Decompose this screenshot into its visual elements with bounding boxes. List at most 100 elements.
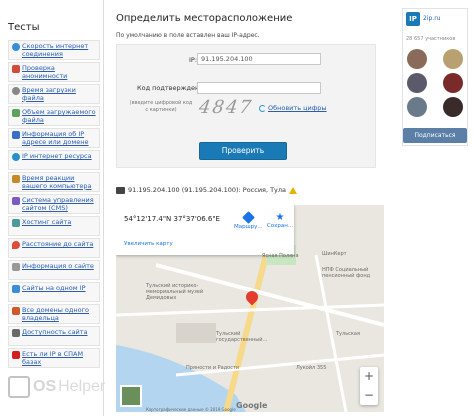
- sidebar-title: Тесты: [8, 22, 40, 33]
- refresh-icon: [259, 104, 266, 112]
- google-logo: Google: [236, 401, 268, 410]
- zoom-control: + −: [360, 367, 378, 405]
- refresh-captcha-link[interactable]: Обновить цифры: [259, 104, 327, 112]
- map-label: Пряности и Радости: [186, 365, 240, 371]
- directions-icon: [241, 211, 255, 224]
- sidebar-item-label: Расстояние до сайта: [22, 240, 94, 248]
- sidebar-menu: Скорость интернет соединения Проверка ан…: [8, 40, 100, 370]
- sidebar-item-ip-info[interactable]: Информация об IP адресе или домене: [8, 128, 100, 148]
- widget-name[interactable]: 2ip.ru: [423, 15, 440, 22]
- avatar[interactable]: [407, 73, 427, 93]
- sidebar-item-owner-domains[interactable]: Все домены одного владельца: [8, 304, 100, 324]
- member-avatars: [407, 49, 467, 117]
- sidebar-item-same-ip[interactable]: Сайты на одном IP: [8, 282, 100, 302]
- directions-label: Маршру...: [234, 224, 263, 230]
- main-content: Определить месторасположение По умолчани…: [114, 0, 384, 416]
- info-icon: [12, 131, 20, 139]
- sidebar-item-site-info[interactable]: Информация о сайте: [8, 260, 100, 280]
- result-line: 91.195.204.100 (91.195.204.100): Россия,…: [116, 186, 298, 194]
- star-icon: ★: [275, 212, 285, 223]
- sidebar-item-label: Время реакции вашего компьютера: [22, 174, 92, 190]
- avatar[interactable]: [443, 97, 463, 117]
- globe-icon: [12, 43, 20, 51]
- save-place-button[interactable]: ★ Сохран...: [266, 212, 294, 230]
- map-label: НПФ Социальный пенсионный фонд: [322, 267, 371, 279]
- cms-icon: [12, 197, 20, 205]
- watermark-logo-icon: [8, 376, 30, 398]
- sidebar: Тесты Скорость интернет соединения Прове…: [0, 0, 104, 416]
- vk-widget: IP 2ip.ru 28 657 участников Подписаться: [402, 8, 468, 146]
- directions-button[interactable]: Маршру...: [234, 211, 263, 230]
- map-label: ШинКерт: [322, 251, 347, 257]
- watermark-brand: OS: [33, 378, 57, 395]
- sidebar-item-label: Объем загружаемого файла: [22, 108, 96, 124]
- sidebar-item-label: Все домены одного владельца: [22, 306, 90, 322]
- globe-icon: [12, 153, 20, 161]
- zoom-in-button[interactable]: +: [360, 367, 378, 386]
- chart-icon: [12, 65, 20, 73]
- sidebar-item-cms[interactable]: Система управления сайтом (CMS): [8, 194, 100, 214]
- save-label: Сохран...: [266, 223, 294, 229]
- code-hint: (введите цифровой код с картинки): [129, 100, 193, 113]
- avatar[interactable]: [443, 49, 463, 69]
- map-label: Тульская: [336, 331, 360, 337]
- zoom-out-button[interactable]: −: [360, 386, 378, 405]
- map[interactable]: 54°12'17.4"N 37°37'06.6"E Маршру... ★ Со…: [116, 205, 384, 412]
- sidebar-item-label: IP интернет ресурса: [22, 152, 92, 160]
- location-form: IP: Код подтверждения: (введите цифровой…: [116, 44, 376, 168]
- ip-label: IP:: [189, 56, 198, 64]
- refresh-label: Обновить цифры: [268, 104, 327, 112]
- sidebar-item-hosting[interactable]: Хостинг сайта: [8, 216, 100, 236]
- sidebar-item-label: Система управления сайтом (CMS): [22, 196, 94, 212]
- watermark: OS Helper: [8, 376, 105, 398]
- sidebar-item-reaction-time[interactable]: Время реакции вашего компьютера: [8, 172, 100, 192]
- pin-icon: [12, 241, 20, 249]
- page-title: Определить месторасположение: [116, 13, 293, 24]
- subscribe-button[interactable]: Подписаться: [403, 128, 467, 143]
- avatar[interactable]: [407, 97, 427, 117]
- clock-icon: [12, 87, 20, 95]
- computer-icon: [116, 186, 125, 194]
- sidebar-item-speed[interactable]: Скорость интернет соединения: [8, 40, 100, 60]
- captcha-code-input[interactable]: [197, 82, 321, 94]
- page-subtitle: По умолчанию в поле вставлен ваш IP-адре…: [116, 32, 260, 39]
- ip-input[interactable]: [197, 53, 321, 65]
- access-icon: [12, 329, 20, 337]
- sidebar-item-spam[interactable]: Есть ли IP в СПАМ базах: [8, 348, 100, 368]
- sidebar-item-label: Проверка анонимности: [22, 64, 68, 80]
- map-label: Тульский государственный...: [216, 331, 268, 343]
- sidebar-item-label: Информация об IP адресе или домене: [22, 130, 89, 146]
- sidebar-item-download-time[interactable]: Время загрузки файла: [8, 84, 100, 104]
- sidebar-item-label: Доступность сайта: [22, 328, 88, 336]
- map-copyright: Картографические данные © 2019 Google: [146, 407, 236, 412]
- sidebar-item-label: Время загрузки файла: [22, 86, 76, 102]
- sidebar-item-label: Скорость интернет соединения: [22, 42, 89, 58]
- sidebar-item-file-size[interactable]: Объем загружаемого файла: [8, 106, 100, 126]
- sidebar-item-availability[interactable]: Доступность сайта: [8, 326, 100, 346]
- result-text: 91.195.204.100 (91.195.204.100): Россия,…: [128, 186, 287, 194]
- sidebar-item-resource-ip[interactable]: IP интернет ресурса: [8, 150, 100, 170]
- sites-icon: [12, 285, 20, 293]
- spam-icon: [12, 351, 20, 359]
- sidebar-item-label: Информация о сайте: [22, 262, 94, 270]
- warning-icon: [289, 186, 298, 194]
- map-layer-thumbnail[interactable]: [120, 385, 142, 407]
- domain-icon: [12, 307, 20, 315]
- enlarge-map-link[interactable]: Увеличить карту: [124, 241, 173, 247]
- check-button[interactable]: Проверить: [199, 142, 287, 160]
- captcha-image: 4847: [197, 97, 255, 118]
- sidebar-item-anonymity[interactable]: Проверка анонимности: [8, 62, 100, 82]
- sidebar-item-distance[interactable]: Расстояние до сайта: [8, 238, 100, 258]
- map-label: Ясная Поляна: [262, 253, 299, 259]
- sidebar-item-label: Хостинг сайта: [22, 218, 72, 226]
- box-icon: [12, 109, 20, 117]
- avatar[interactable]: [407, 49, 427, 69]
- map-label: Тульский историко-мемориальный музей Дем…: [146, 283, 204, 301]
- map-info-card: 54°12'17.4"N 37°37'06.6"E Маршру... ★ Со…: [116, 205, 294, 255]
- doc-icon: [12, 263, 20, 271]
- avatar[interactable]: [443, 73, 463, 93]
- host-icon: [12, 219, 20, 227]
- map-coordinates: 54°12'17.4"N 37°37'06.6"E: [124, 215, 220, 223]
- sidebar-item-label: Есть ли IP в СПАМ базах: [22, 350, 84, 366]
- member-count: 28 657 участников: [406, 36, 456, 42]
